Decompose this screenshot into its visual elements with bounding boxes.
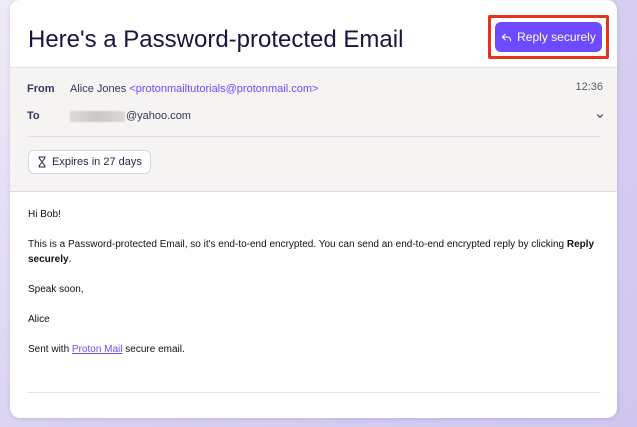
body-paragraph-end: . bbox=[68, 254, 72, 265]
greeting: Hi Bob! bbox=[28, 209, 61, 220]
message-header: From Alice Jones <protonmailtutorials@pr… bbox=[10, 68, 617, 192]
message-card: Here's a Password-protected Email Reply … bbox=[10, 0, 617, 418]
sender-email: <protonmailtutorials@protonmail.com> bbox=[129, 83, 319, 95]
recipient[interactable]: @yahoo.com bbox=[70, 110, 191, 122]
from-label: From bbox=[27, 83, 55, 95]
header-divider bbox=[27, 136, 601, 137]
reply-securely-button[interactable]: Reply securely bbox=[495, 22, 602, 52]
footer-suffix: secure email. bbox=[122, 344, 185, 355]
hourglass-icon bbox=[38, 156, 46, 168]
reply-arrow-icon bbox=[501, 33, 512, 41]
redacted-recipient-name bbox=[70, 110, 125, 122]
message-title-bar: Here's a Password-protected Email Reply … bbox=[10, 0, 617, 68]
message-time: 12:36 bbox=[575, 81, 603, 93]
proton-mail-link[interactable]: Proton Mail bbox=[72, 344, 123, 355]
body-bottom-divider bbox=[27, 392, 601, 393]
body-paragraph-text: This is a Password-protected Email, so i… bbox=[28, 239, 567, 250]
footer-prefix: Sent with bbox=[28, 344, 72, 355]
sender[interactable]: Alice Jones <protonmailtutorials@protonm… bbox=[70, 83, 318, 95]
reply-button-label: Reply securely bbox=[517, 30, 596, 44]
recipient-domain: @yahoo.com bbox=[126, 110, 191, 122]
message-body: Hi Bob! This is a Password-protected Ema… bbox=[28, 207, 598, 372]
sender-name: Alice Jones bbox=[70, 83, 127, 95]
signature-name: Alice bbox=[28, 314, 50, 325]
sign-off: Speak soon, bbox=[28, 284, 84, 295]
chevron-down-icon[interactable] bbox=[595, 111, 605, 121]
signature-footer: Sent with Proton Mail secure email. bbox=[28, 342, 598, 357]
expires-label: Expires in 27 days bbox=[52, 156, 142, 168]
body-paragraph: This is a Password-protected Email, so i… bbox=[28, 237, 598, 267]
to-label: To bbox=[27, 110, 40, 122]
message-subject: Here's a Password-protected Email bbox=[28, 26, 404, 53]
expires-badge[interactable]: Expires in 27 days bbox=[28, 150, 151, 174]
